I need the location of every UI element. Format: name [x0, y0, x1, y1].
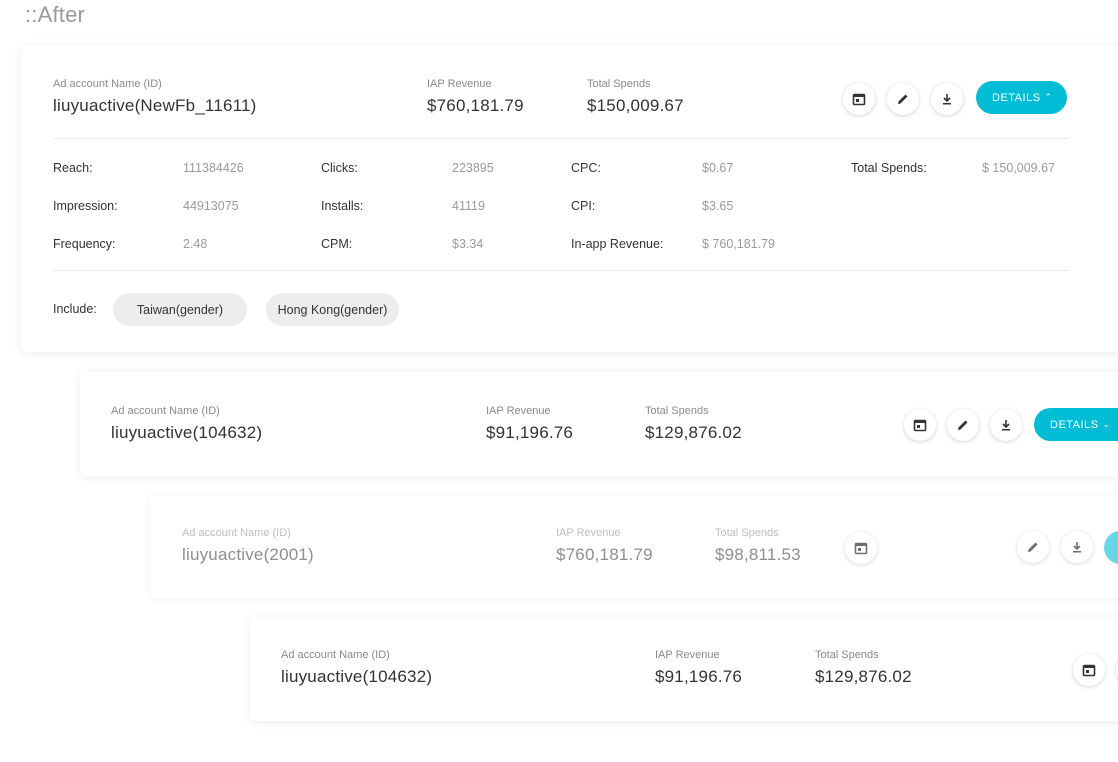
account-name-label: Ad account Name (ID) [182, 527, 291, 539]
iap-revenue-label: IAP Revenue [655, 649, 720, 661]
cpi-value: $3.65 [702, 199, 734, 213]
installs-label: Installs: [321, 199, 364, 213]
total-spends-label: Total Spends [587, 78, 651, 90]
calendar-button[interactable] [843, 83, 875, 115]
total-spends-label: Total Spends [645, 405, 709, 417]
page-heading: ::After [25, 2, 86, 27]
iap-revenue-value: $91,196.76 [655, 667, 743, 686]
include-label: Include: [53, 302, 97, 316]
iap-revenue-label: IAP Revenue [556, 527, 621, 539]
iap-revenue-label: IAP Revenue [427, 78, 492, 90]
reach-label: Reach: [53, 161, 93, 175]
pencil-icon [1028, 542, 1038, 552]
cpc-value: $0.67 [702, 161, 734, 175]
total-spends-stat-label: Total Spends: [851, 161, 927, 175]
calendar-button[interactable] [1073, 654, 1105, 686]
ad-account-card-expanded: Ad account Name (ID) liuyuactive(NewFb_1… [21, 45, 1118, 352]
total-spends-value: $98,811.53 [715, 545, 801, 564]
details-button[interactable]: DETAILS ⌃ [976, 81, 1067, 114]
installs-value: 41119 [452, 199, 485, 213]
cpc-label: CPC: [571, 161, 601, 175]
divider [53, 138, 1069, 139]
cpm-label: CPM: [321, 237, 353, 251]
total-spends-stat-value: $ 150,009.67 [982, 161, 1055, 175]
download-icon [943, 94, 951, 105]
details-label: DETAILS [992, 91, 1041, 104]
pencil-icon [958, 420, 968, 430]
chevron-up-icon: ⌃ [1044, 92, 1053, 102]
account-name-value: liuyuactive(2001) [182, 545, 314, 564]
clicks-value: 223895 [452, 161, 494, 175]
ad-account-card[interactable]: Ad account Name (ID) liuyuactive(104632)… [80, 372, 1118, 476]
edit-button[interactable] [887, 83, 919, 115]
account-name-value: liuyuactive(104632) [111, 423, 263, 442]
iap-revenue-value: $760,181.79 [427, 96, 524, 115]
download-icon [1002, 420, 1010, 431]
inapp-revenue-value: $ 760,181.79 [702, 237, 775, 251]
ad-account-card[interactable]: Ad account Name (ID) liuyuactive(104632)… [250, 617, 1118, 721]
impression-label: Impression: [53, 199, 118, 213]
total-spends-value: $129,876.02 [645, 423, 742, 442]
iap-revenue-label: IAP Revenue [486, 405, 551, 417]
calendar-icon [1082, 664, 1096, 677]
calendar-icon [854, 542, 868, 555]
cpm-value: $3.34 [452, 237, 484, 251]
edit-button[interactable] [1017, 531, 1049, 563]
details-button[interactable]: DETAILS ⌄ [1034, 408, 1118, 441]
account-name-label: Ad account Name (ID) [53, 78, 162, 90]
calendar-icon [852, 93, 866, 106]
total-spends-label: Total Spends [815, 649, 879, 661]
calendar-icon [913, 419, 927, 432]
account-name-value: liuyuactive(NewFb_11611) [53, 96, 257, 115]
details-button[interactable] [1104, 531, 1118, 564]
total-spends-label: Total Spends [715, 527, 779, 539]
details-label: DETAILS [1050, 418, 1099, 431]
total-spends-value: $129,876.02 [815, 667, 912, 686]
download-icon [1073, 542, 1081, 553]
calendar-button[interactable] [904, 409, 936, 441]
impression-value: 44913075 [183, 199, 239, 213]
edit-button[interactable] [947, 409, 979, 441]
clicks-label: Clicks: [321, 161, 358, 175]
include-chip-hong-kong[interactable]: Hong Kong(gender) [266, 293, 399, 326]
reach-value: 111384426 [183, 161, 244, 175]
frequency-label: Frequency: [53, 237, 116, 251]
account-name-value: liuyuactive(104632) [281, 667, 433, 686]
include-chip-taiwan[interactable]: Taiwan(gender) [113, 293, 247, 326]
download-button[interactable] [931, 83, 963, 115]
divider [53, 270, 1069, 271]
account-name-label: Ad account Name (ID) [111, 405, 220, 417]
download-button[interactable] [990, 409, 1022, 441]
download-button[interactable] [1061, 531, 1093, 563]
account-name-label: Ad account Name (ID) [281, 649, 390, 661]
iap-revenue-value: $760,181.79 [556, 545, 653, 564]
chevron-down-icon: ⌄ [1102, 419, 1111, 429]
cpi-label: CPI: [571, 199, 596, 213]
frequency-value: 2.48 [183, 237, 208, 251]
inapp-revenue-label: In-app Revenue: [571, 237, 664, 251]
total-spends-value: $150,009.67 [587, 96, 684, 115]
calendar-button[interactable] [845, 532, 877, 564]
iap-revenue-value: $91,196.76 [486, 423, 574, 442]
ad-account-card[interactable]: Ad account Name (ID) liuyuactive(2001) I… [150, 495, 1118, 598]
pencil-icon [898, 94, 908, 104]
